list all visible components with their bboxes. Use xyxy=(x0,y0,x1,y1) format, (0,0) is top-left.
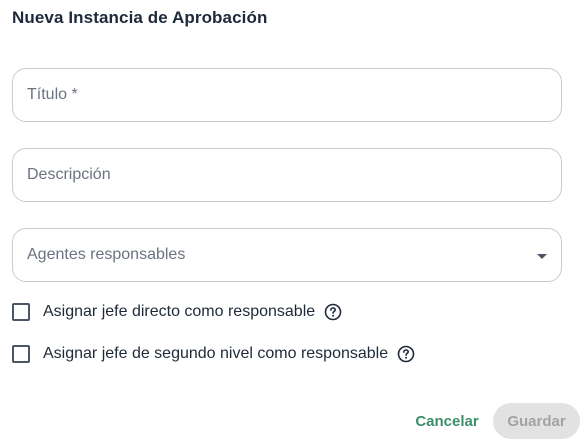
checkbox-row-second-level-manager: Asignar jefe de segundo nivel como respo… xyxy=(12,344,415,364)
save-button[interactable]: Guardar xyxy=(493,403,580,439)
help-circle-icon[interactable] xyxy=(397,345,415,363)
description-field[interactable]: Descripción xyxy=(12,148,562,202)
title-field-placeholder: Título * xyxy=(27,86,78,103)
description-field-placeholder: Descripción xyxy=(27,166,111,183)
checkbox-row-direct-manager: Asignar jefe directo como responsable xyxy=(12,302,342,322)
dialog-title: Nueva Instancia de Aprobación xyxy=(12,8,268,27)
help-circle-icon[interactable] xyxy=(324,303,342,321)
second-level-manager-checkbox[interactable] xyxy=(12,345,30,363)
cancel-button[interactable]: Cancelar xyxy=(408,404,486,438)
direct-manager-checkbox[interactable] xyxy=(12,303,30,321)
approval-instance-dialog: Nueva Instancia de Aprobación Título * D… xyxy=(0,0,588,444)
caret-down-icon xyxy=(537,254,547,259)
second-level-manager-label: Asignar jefe de segundo nivel como respo… xyxy=(43,345,389,362)
title-field[interactable]: Título * xyxy=(12,68,562,122)
agents-select-placeholder: Agentes responsables xyxy=(27,246,186,263)
direct-manager-label: Asignar jefe directo como responsable xyxy=(43,303,316,320)
agents-select[interactable]: Agentes responsables xyxy=(12,228,562,282)
